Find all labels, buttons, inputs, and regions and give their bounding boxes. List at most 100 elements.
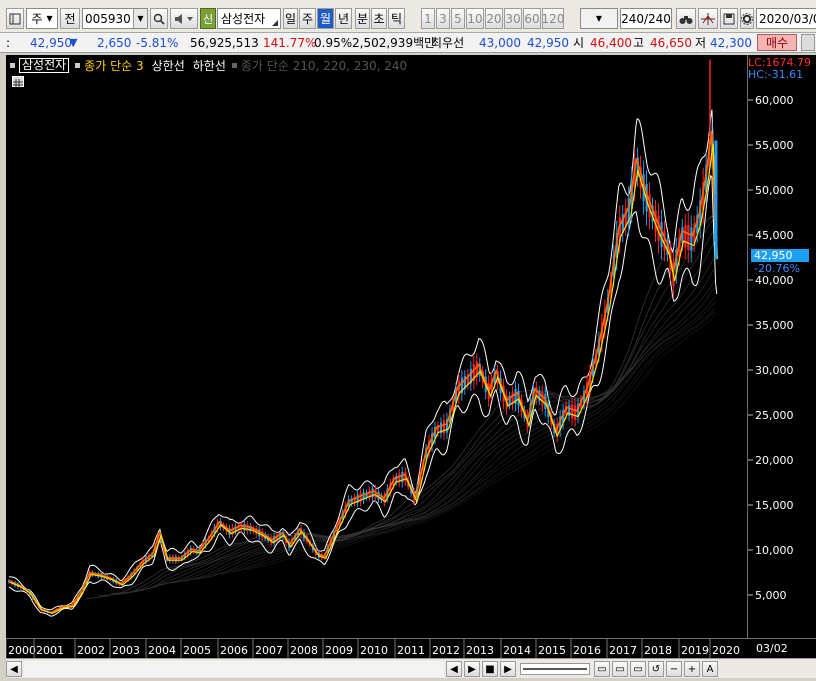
scroll-stop-button[interactable]: ■ (482, 661, 498, 677)
chevron-down-icon: ▼ (595, 14, 603, 23)
x-tick-label: 2019 (681, 644, 709, 657)
interval-select[interactable]: ▼ (580, 8, 618, 29)
x-tick-label: 2010 (360, 644, 388, 657)
current-pct: -20.76% (754, 262, 800, 275)
high-price: 46,650 (650, 36, 692, 50)
tab-period[interactable]: 년 (335, 8, 352, 29)
best-bid: 42,950 (527, 36, 569, 50)
gear-icon[interactable] (740, 8, 754, 29)
interval-number[interactable]: 60 (523, 8, 541, 29)
stock-code-input[interactable]: 005930 ▼ (82, 8, 148, 29)
minus-icon[interactable]: − (666, 661, 682, 677)
y-tick-label: 20,000 (755, 454, 794, 467)
interval-number[interactable]: 3 (436, 8, 450, 29)
volume: 56,925,513 (190, 36, 259, 50)
tab-period[interactable]: 초 (371, 8, 387, 29)
down-arrow-icon: ▼ (69, 36, 78, 49)
stock-name-field[interactable]: 삼성전자 (217, 8, 281, 29)
price-body (571, 404, 574, 419)
chart-legend: 삼성전자 종가 단순 3 상한선 하한선 종가 단순 210, 220, 230… (10, 57, 407, 73)
search-icon[interactable] (150, 8, 168, 29)
interval-number[interactable]: 1 (421, 8, 435, 29)
x-tick-label: 2017 (609, 644, 637, 657)
price-body (246, 524, 249, 532)
y-tick-label: 55,000 (755, 139, 794, 152)
end-date-label: 03/02 (756, 642, 788, 655)
prev-button[interactable]: 전 (60, 8, 80, 29)
scroll-left-button[interactable]: ◀ (6, 661, 22, 677)
plus-icon[interactable]: + (684, 661, 700, 677)
interval-number[interactable]: 5 (451, 8, 465, 29)
buy-button[interactable]: 매수 (757, 34, 797, 51)
info-marker: : (6, 36, 11, 50)
period-select[interactable]: 주 ▼ (26, 8, 58, 29)
tab-period[interactable]: 분 (355, 8, 370, 29)
legend-lower[interactable]: 하한선 (193, 57, 226, 74)
refresh-icon[interactable]: ↺ (648, 661, 664, 677)
y-tick-label: 25,000 (755, 409, 794, 422)
bar-count-field[interactable]: 240/240 (620, 8, 672, 29)
hc-label: HC:-31.61 (748, 68, 804, 81)
auto-icon[interactable]: A (702, 661, 718, 677)
tab-period[interactable]: 틱 (388, 8, 405, 29)
x-tick-label: 2020 (712, 644, 740, 657)
menu-icon[interactable] (6, 8, 24, 29)
bar-count-total: /240 (643, 11, 671, 26)
zoom-slider-track (523, 668, 587, 670)
y-tick-label: 45,000 (755, 229, 794, 242)
time-axis: 2000 2001 2002 2003 2004 2005 2006 2007 2008 2009… (5, 638, 816, 659)
zoom-out-icon[interactable]: ▭ (594, 661, 610, 677)
tab-period[interactable]: 일 (283, 8, 298, 29)
change-percent: -5.81% (136, 36, 179, 50)
zoom-slider[interactable] (520, 663, 590, 675)
zoom-fit-icon[interactable]: ▭ (612, 661, 628, 677)
chart-canvas[interactable] (6, 55, 747, 638)
tab-period[interactable]: 월 (317, 8, 334, 29)
interval-number[interactable]: 10 (466, 8, 484, 29)
zoom-in-icon[interactable]: ▭ (630, 661, 646, 677)
price-chart[interactable]: 삼성전자 종가 단순 3 상한선 하한선 종가 단순 210, 220, 230… (6, 55, 747, 638)
legend-marker (231, 62, 237, 68)
stock-code: 005930 (85, 11, 131, 26)
ma-lines (86, 214, 718, 599)
ma-line (147, 254, 717, 589)
scroll-track[interactable] (24, 661, 444, 677)
interval-number[interactable]: 20 (485, 8, 503, 29)
scroll-play-button[interactable]: ▶ (464, 661, 480, 677)
legend-stock-name[interactable]: 삼성전자 (19, 57, 70, 73)
speaker-icon[interactable] (170, 8, 198, 29)
scroll-next-button[interactable]: ▶ (500, 661, 516, 677)
price-body (684, 225, 687, 248)
ma-line (110, 218, 717, 594)
date-field[interactable]: 2020/03/02 (756, 8, 816, 29)
y-tick-label: 40,000 (755, 274, 794, 287)
legend-upper[interactable]: 상한선 (152, 57, 185, 74)
current-price-marker: 42,950 (751, 249, 809, 262)
price-body (660, 222, 663, 248)
lower-band-line (8, 174, 718, 617)
price-body (687, 225, 690, 251)
interval-number[interactable]: 120 (542, 8, 564, 29)
chevron-down-icon[interactable]: ▼ (133, 9, 147, 28)
crosshair-icon[interactable] (698, 8, 718, 29)
corner-icon (272, 20, 278, 26)
scroll-prev-button[interactable]: ◀ (446, 661, 462, 677)
interval-number[interactable]: 30 (504, 8, 522, 29)
y-tick-label: 15,000 (755, 499, 794, 512)
save-icon[interactable] (720, 8, 738, 29)
yellow-line (10, 143, 718, 615)
open-label: 시 (573, 36, 585, 50)
more-button[interactable] (801, 34, 815, 51)
tab-period[interactable]: 주 (299, 8, 316, 29)
volume-ratio: 141.77% (263, 36, 317, 50)
stock-name: 삼성전자 (221, 12, 266, 26)
low-price: 42,300 (710, 36, 752, 50)
low-label: 저 (695, 36, 707, 50)
chevron-down-icon: ▼ (46, 14, 53, 23)
scroll-bar[interactable]: ◀ ◀ ▶ ■ ▶ ▭ ▭ ▭ ↺ − + A (6, 658, 816, 678)
grid-icon[interactable] (12, 76, 24, 88)
binoculars-icon[interactable] (676, 8, 696, 29)
legend-ma[interactable]: 종가 단순 210, 220, 230, 240 (241, 57, 407, 74)
legend-series[interactable]: 종가 단순 3 (84, 57, 143, 74)
price-axis: 5,000 10,000 15,000 20,000 25,000 30,000 35,00… (747, 55, 816, 638)
